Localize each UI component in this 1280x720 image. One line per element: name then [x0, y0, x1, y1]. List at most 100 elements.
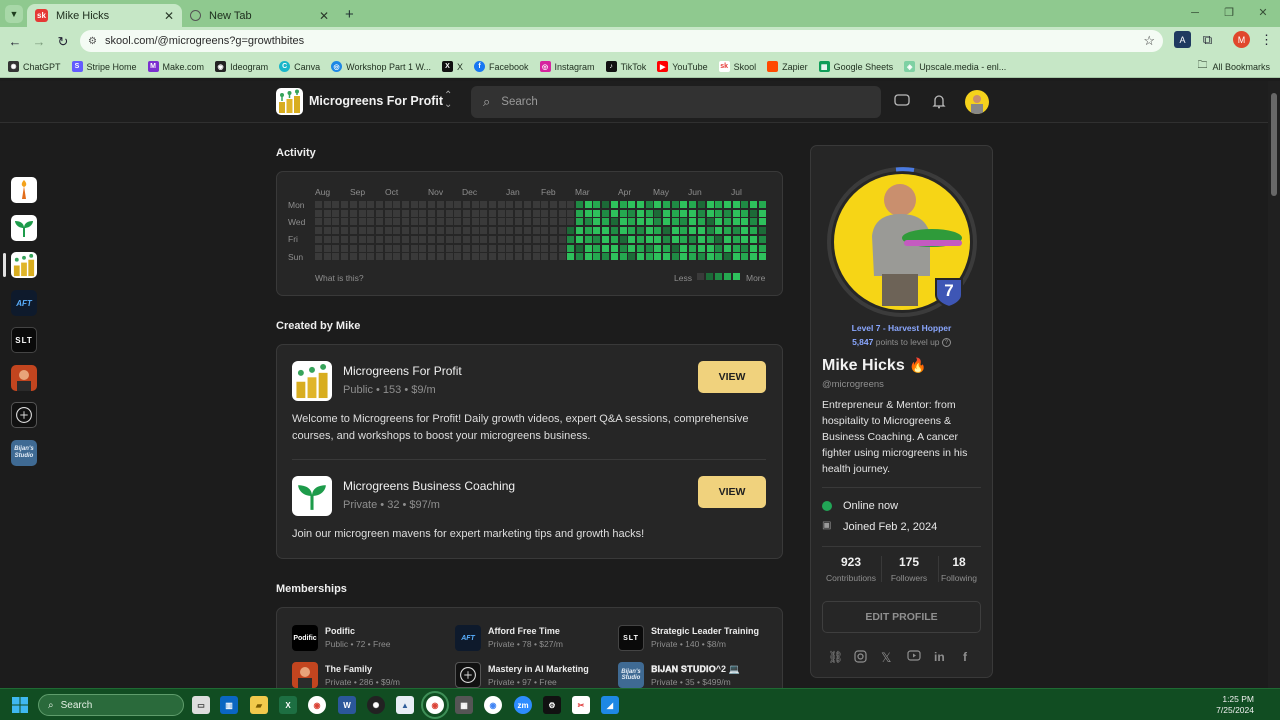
group-switcher-chevron-icon[interactable]: ⌃ ⌄: [444, 91, 452, 110]
task-view-icon[interactable]: ▭: [192, 696, 210, 714]
notifications-bell-icon[interactable]: [932, 94, 946, 112]
browser-menu-icon[interactable]: ⋮: [1258, 31, 1275, 48]
new-tab-plus-icon[interactable]: +: [345, 6, 354, 23]
tab-new-tab[interactable]: New Tab ✕: [182, 4, 337, 27]
calculator-icon[interactable]: ▦: [455, 696, 473, 714]
facebook-icon[interactable]: f: [963, 650, 967, 664]
back-arrow-icon[interactable]: ←: [3, 34, 27, 49]
bookmark-star-icon[interactable]: ☆: [1143, 33, 1155, 49]
tab-search-chevron-icon[interactable]: ▼: [5, 5, 23, 23]
taskbar-search-input[interactable]: ⌕ Search: [38, 694, 184, 716]
rail-group-slt[interactable]: SLT: [11, 327, 37, 353]
membership-logo-ai-marketing[interactable]: [455, 662, 481, 688]
user-avatar[interactable]: [965, 90, 989, 114]
restore-icon[interactable]: ❐: [1212, 0, 1246, 27]
rail-group-ai-marketing[interactable]: [11, 402, 37, 428]
close-tab-icon[interactable]: ✕: [319, 9, 329, 23]
group-name-microgreens-for-profit[interactable]: Microgreens For Profit: [343, 364, 462, 378]
group-logo-microgreens-business-coaching[interactable]: [292, 476, 332, 516]
scrollbar-thumb[interactable]: [1271, 93, 1277, 196]
bookmark-ideogram[interactable]: ◉ Ideogram: [215, 61, 268, 72]
membership-logo-the-family[interactable]: [292, 662, 318, 688]
help-icon[interactable]: ?: [941, 338, 951, 348]
bookmark-tiktok[interactable]: ♪ TikTok: [605, 61, 646, 72]
trello-icon[interactable]: ▥: [220, 696, 238, 714]
all-bookmarks[interactable]: 🗀 All Bookmarks: [1197, 58, 1270, 75]
group-name-microgreens-business-coaching[interactable]: Microgreens Business Coaching: [343, 479, 515, 493]
windows-start-icon[interactable]: [12, 697, 28, 713]
membership-logo-afford-free-time[interactable]: AFT: [455, 625, 481, 651]
membership-name[interactable]: The Family: [325, 664, 372, 674]
bookmark-youtube[interactable]: ▶ YouTube: [657, 61, 708, 72]
instagram-icon[interactable]: [854, 650, 867, 666]
word-icon[interactable]: W: [338, 696, 356, 714]
openai-icon[interactable]: ✺: [367, 696, 385, 714]
search-input[interactable]: ⌕ Search: [471, 86, 881, 118]
contributions-count[interactable]: 923: [821, 555, 881, 569]
membership-logo-slt[interactable]: SLT: [618, 625, 644, 651]
rail-group-bijan-studio[interactable]: Bijan's Studio: [11, 440, 37, 466]
youtube-icon[interactable]: [907, 650, 921, 664]
view-microgreens-business-coaching-button[interactable]: VIEW: [698, 476, 766, 508]
snipping-tool-icon[interactable]: ✂: [572, 696, 590, 714]
close-tab-icon[interactable]: ✕: [164, 9, 174, 23]
x-icon[interactable]: 𝕏: [881, 650, 891, 666]
settings-gear-icon[interactable]: ⚙: [543, 696, 561, 714]
view-microgreens-for-profit-button[interactable]: VIEW: [698, 361, 766, 393]
bookmark-chatgpt[interactable]: ✺ ChatGPT: [8, 61, 61, 72]
rail-group-torch[interactable]: [11, 177, 37, 203]
bookmark-canva[interactable]: C Canva: [279, 61, 320, 72]
edit-profile-button[interactable]: EDIT PROFILE: [822, 601, 981, 633]
membership-name[interactable]: Strategic Leader Training: [651, 626, 759, 636]
membership-name[interactable]: Mastery in AI Marketing: [488, 664, 589, 674]
excel-icon[interactable]: X: [279, 696, 297, 714]
chrome-icon[interactable]: ◉: [308, 696, 326, 714]
chat-icon[interactable]: [894, 94, 910, 111]
tab-mike-hicks[interactable]: sk Mike Hicks ✕: [27, 4, 182, 27]
rail-group-the-family[interactable]: [11, 365, 37, 391]
heatmap-cell: [341, 201, 349, 208]
minimize-icon[interactable]: ─: [1178, 0, 1212, 27]
membership-name[interactable]: 𝐁𝐈𝐉𝐀𝐍 𝐒𝐓𝐔𝐃𝐈𝐎^2 💻: [651, 664, 740, 675]
rail-group-sprout[interactable]: [11, 215, 37, 241]
heatmap-cell: [497, 235, 505, 243]
group-logo[interactable]: [276, 88, 303, 115]
photos-icon[interactable]: ▲: [396, 696, 414, 714]
app-icon[interactable]: ◢: [601, 696, 619, 714]
rail-group-microgreens-for-profit[interactable]: [11, 252, 37, 278]
forward-arrow-icon[interactable]: →: [27, 34, 51, 49]
group-name[interactable]: Microgreens For Profit: [309, 94, 443, 108]
bookmark-upscale[interactable]: ◈ Upscale.media - enl...: [904, 61, 1006, 72]
bookmark-make[interactable]: M Make.com: [147, 61, 204, 72]
site-info-icon[interactable]: ⚙: [88, 36, 97, 47]
membership-logo-bijan-studio[interactable]: Bijan's Studio: [618, 662, 644, 688]
chrome-profile-icon[interactable]: ◉: [421, 691, 449, 719]
profile-avatar-icon[interactable]: M: [1233, 31, 1250, 48]
membership-name[interactable]: Afford Free Time: [488, 626, 560, 636]
link-icon[interactable]: ⛓: [828, 650, 843, 664]
bookmark-zapier[interactable]: Zapier: [767, 61, 808, 72]
bookmark-stripe[interactable]: S Stripe Home: [71, 61, 137, 72]
linkedin-icon[interactable]: in: [934, 650, 945, 664]
reload-icon[interactable]: ↻: [51, 34, 75, 50]
close-window-icon[interactable]: ✕: [1246, 0, 1280, 27]
group-logo-microgreens-for-profit[interactable]: [292, 361, 332, 401]
file-explorer-icon[interactable]: ▰: [250, 696, 268, 714]
bookmark-workshop[interactable]: ◎ Workshop Part 1 W...: [331, 61, 431, 72]
membership-name[interactable]: Podific: [325, 626, 355, 636]
rail-group-aft[interactable]: AFT: [11, 290, 37, 316]
taskbar-clock[interactable]: 1:25 PM 7/25/2024: [1216, 694, 1254, 716]
extension-icon[interactable]: A: [1174, 31, 1191, 48]
what-is-this-link[interactable]: What is this?: [315, 273, 364, 283]
bookmark-skool[interactable]: sk Skool: [718, 61, 756, 72]
following-count[interactable]: 18: [929, 555, 989, 569]
bookmark-facebook[interactable]: f Facebook: [474, 61, 529, 72]
zoom-icon[interactable]: zm: [514, 696, 532, 714]
bookmark-x[interactable]: XX: [441, 61, 463, 72]
bookmark-instagram[interactable]: ◎ Instagram: [539, 61, 595, 72]
bookmark-google-sheets[interactable]: ▦ Google Sheets: [818, 61, 893, 72]
url-field[interactable]: ⚙ skool.com/@microgreens?g=growthbites ☆: [80, 30, 1163, 52]
extensions-puzzle-icon[interactable]: ⧉: [1199, 31, 1216, 48]
membership-logo-podific[interactable]: Podific: [292, 625, 318, 651]
chrome-alt-icon[interactable]: ◉: [484, 696, 502, 714]
